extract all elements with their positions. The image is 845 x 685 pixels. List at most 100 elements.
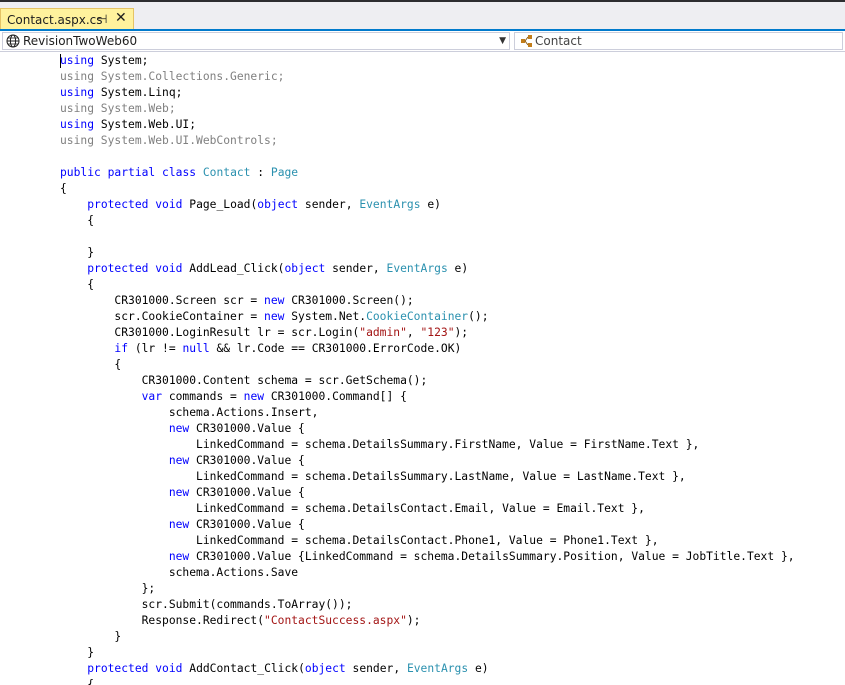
code-token: && lr.Code == CR301000.ErrorCode.OK) [209, 342, 462, 355]
member-dropdown[interactable]: Contact [514, 32, 843, 50]
code-token: e) [468, 662, 489, 675]
document-tab-title: Contact.aspx.cs [7, 13, 103, 27]
code-token: } [60, 646, 95, 659]
code-line: LinkedCommand = schema.DetailsSummary.Fi… [60, 437, 795, 453]
code-token: commands = [162, 390, 244, 403]
code-text[interactable]: using System; using System.Collections.Ge… [60, 53, 795, 685]
code-token: { [60, 182, 67, 195]
editor-margin-line [8, 52, 9, 685]
code-line: protected void Page_Load(object sender, … [60, 197, 795, 213]
code-token: { [60, 358, 122, 371]
code-line: { [60, 213, 795, 229]
code-line: new CR301000.Value { [60, 485, 795, 501]
keyword-token: void [155, 198, 183, 211]
code-token: }; [60, 582, 156, 595]
code-line: CR301000.Content schema = scr.GetSchema(… [60, 373, 795, 389]
code-token: schema.Actions.Insert, [60, 406, 319, 419]
project-dropdown-label: RevisionTwoWeb60 [23, 34, 138, 48]
code-token: { [60, 678, 95, 685]
code-line: new CR301000.Value { [60, 517, 795, 533]
code-token: (lr != [128, 342, 183, 355]
code-token: { [60, 278, 95, 291]
code-token: LinkedCommand = schema.DetailsContact.Ph… [60, 534, 659, 547]
keyword-token: protected [87, 662, 149, 675]
code-line: } [60, 645, 795, 661]
close-tab-icon[interactable]: ✕ [115, 10, 127, 26]
code-line: scr.CookieContainer = new System.Net.Coo… [60, 309, 795, 325]
code-line: schema.Actions.Save [60, 565, 795, 581]
keyword-token: object [304, 662, 346, 675]
code-line: LinkedCommand = schema.DetailsContact.Ph… [60, 533, 795, 549]
code-token: CR301000.Content schema = scr.GetSchema(… [60, 374, 428, 387]
code-line: { [60, 357, 795, 373]
keyword-token: new [168, 422, 190, 435]
type-token: EventArgs [386, 262, 448, 275]
code-line: } [60, 245, 795, 261]
code-token: CR301000.LoginResult lr = scr.Login( [60, 326, 360, 339]
keyword-token: new [168, 550, 190, 563]
text-cursor [60, 54, 61, 68]
type-token: CookieContainer [366, 310, 469, 323]
code-editor[interactable]: using System; using System.Collections.Ge… [0, 52, 845, 685]
code-line: } [60, 629, 795, 645]
code-line: using System.Linq; [60, 85, 795, 101]
code-line: protected void AddContact_Click(object s… [60, 661, 795, 677]
document-tab-contact[interactable]: Contact.aspx.cs ⊣ ✕ [0, 8, 134, 31]
code-token: System.Linq; [94, 86, 183, 99]
keyword-token: new [168, 454, 190, 467]
code-token: LinkedCommand = schema.DetailsSummary.La… [60, 470, 686, 483]
type-token: EventArgs [359, 198, 421, 211]
code-token: , [406, 326, 421, 339]
code-line: new CR301000.Value {LinkedCommand = sche… [60, 549, 795, 565]
keyword-token: object [257, 198, 299, 211]
keyword-token: partial [107, 166, 156, 179]
keyword-token: null [182, 342, 210, 355]
chevron-down-icon[interactable]: ▼ [499, 33, 506, 49]
globe-icon [6, 34, 20, 51]
code-line: using System; [60, 53, 795, 69]
keyword-token: new [168, 486, 190, 499]
code-line: if (lr != null && lr.Code == CR301000.Er… [60, 341, 795, 357]
keyword-token: void [155, 662, 183, 675]
code-token: sender, [298, 198, 360, 211]
code-line: Response.Redirect("ContactSuccess.aspx")… [60, 613, 795, 629]
code-token: CR301000.Value { [189, 486, 305, 499]
keyword-token: class [162, 166, 197, 179]
code-token: scr.CookieContainer = [60, 310, 265, 323]
code-line: using System.Web.UI.WebControls; [60, 133, 795, 149]
string-token: "123" [420, 326, 455, 339]
code-line: protected void AddLead_Click(object send… [60, 261, 795, 277]
code-token: } [60, 630, 122, 643]
project-dropdown[interactable]: RevisionTwoWeb60 ▼ [2, 32, 510, 50]
code-token: Page_Load( [182, 198, 258, 211]
code-token: sender, [325, 262, 387, 275]
code-line: CR301000.LoginResult lr = scr.Login("adm… [60, 325, 795, 341]
code-token: CR301000.Screen scr = [60, 294, 265, 307]
pin-tab-icon[interactable]: ⊣ [97, 12, 107, 26]
code-token: { [60, 214, 95, 227]
keyword-token: public [60, 166, 101, 179]
keyword-token: new [168, 518, 190, 531]
code-line: CR301000.Screen scr = new CR301000.Scree… [60, 293, 795, 309]
code-token: ); [454, 326, 469, 339]
code-token: LinkedCommand = schema.DetailsSummary.Fi… [60, 438, 700, 451]
code-token: sender, [345, 662, 407, 675]
code-line: LinkedCommand = schema.DetailsSummary.La… [60, 469, 795, 485]
type-token: Page [270, 166, 299, 179]
code-line: public partial class Contact : Page [60, 165, 795, 181]
code-line: new CR301000.Value { [60, 453, 795, 469]
code-token: e) [447, 262, 469, 275]
keyword-token: protected [87, 198, 149, 211]
keyword-token: using [60, 118, 95, 131]
code-token: System; [94, 54, 149, 67]
code-token: ); [406, 614, 421, 627]
keyword-token: if [114, 342, 129, 355]
member-dropdown-label: Contact [535, 34, 582, 48]
code-token: AddLead_Click( [182, 262, 285, 275]
